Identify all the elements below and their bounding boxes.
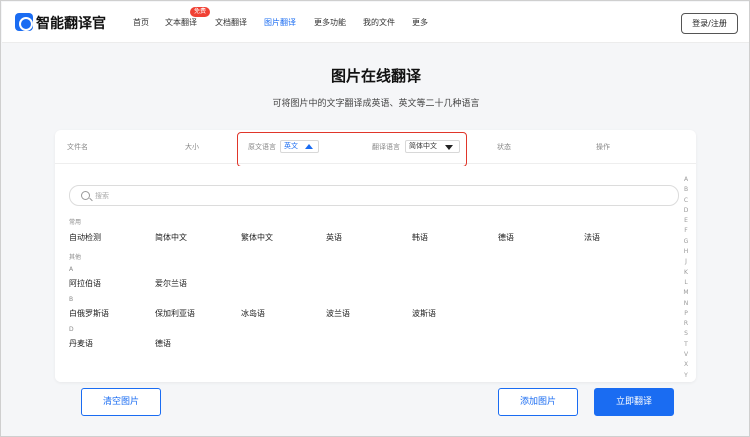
free-badge: 免费: [190, 7, 210, 17]
translate-now-button[interactable]: 立即翻译: [594, 388, 674, 416]
alpha-index-item[interactable]: X: [681, 360, 691, 370]
nav-text-translate[interactable]: 文本翻译: [165, 17, 197, 28]
table-header: 文件名 大小 原文语言 英文 翻译语言 简体中文 状态 操作: [55, 130, 696, 167]
alpha-index-item[interactable]: K: [681, 268, 691, 278]
alpha-index-item[interactable]: S: [681, 329, 691, 339]
lang-item[interactable]: 冰岛语: [241, 308, 265, 319]
alpha-index-item[interactable]: A: [681, 175, 691, 185]
alpha-index-item[interactable]: N: [681, 299, 691, 309]
lang-item[interactable]: 繁体中文: [241, 232, 273, 243]
col-source-language: 原文语言: [248, 143, 276, 151]
page-subtitle: 可将图片中的文字翻译成英语、英文等二十几种语言: [272, 99, 480, 109]
alpha-index-item[interactable]: P: [681, 309, 691, 319]
alpha-index-item[interactable]: B: [681, 185, 691, 195]
alpha-index-item[interactable]: T: [681, 340, 691, 350]
common-label: 常用: [69, 219, 82, 226]
app-logo-text[interactable]: 智能翻译官: [36, 13, 106, 33]
nav-image-translate[interactable]: 图片翻译: [264, 17, 296, 28]
alpha-index-item[interactable]: R: [681, 319, 691, 329]
language-dropdown-panel: 搜索 常用 自动检测 简体中文 繁体中文 英语 韩语 德语 法语 其他 A 阿拉…: [55, 166, 696, 382]
letter-b-label: B: [69, 296, 74, 303]
lang-item[interactable]: 英语: [326, 232, 342, 243]
col-status: 状态: [497, 143, 511, 151]
lang-item[interactable]: 韩语: [412, 232, 428, 243]
alpha-index-item[interactable]: G: [681, 237, 691, 247]
alpha-index-item[interactable]: L: [681, 278, 691, 288]
alpha-index-item[interactable]: C: [681, 196, 691, 206]
col-action: 操作: [596, 143, 610, 151]
letter-a-label: A: [69, 266, 74, 273]
nav-doc-translate[interactable]: 文档翻译: [215, 17, 247, 28]
source-language-select[interactable]: 英文: [280, 140, 319, 153]
lang-item[interactable]: 保加利亚语: [155, 308, 195, 319]
lang-item[interactable]: 丹麦语: [69, 338, 93, 349]
search-placeholder: 搜索: [95, 192, 109, 200]
nav-more-features[interactable]: 更多功能: [314, 17, 346, 28]
lang-item[interactable]: 法语: [584, 232, 600, 243]
alpha-index-item[interactable]: V: [681, 350, 691, 360]
col-size: 大小: [185, 143, 199, 151]
col-filename: 文件名: [67, 143, 88, 151]
caret-down-icon[interactable]: [445, 145, 453, 150]
lang-item[interactable]: 简体中文: [155, 232, 187, 243]
lang-item[interactable]: 波斯语: [412, 308, 436, 319]
alpha-index-item[interactable]: Y: [681, 371, 691, 381]
lang-item[interactable]: 自动检测: [69, 232, 101, 243]
alpha-index-item[interactable]: F: [681, 226, 691, 236]
app-logo-icon[interactable]: [15, 13, 33, 31]
lang-item[interactable]: 德语: [155, 338, 171, 349]
nav-more[interactable]: 更多: [412, 17, 428, 28]
alpha-index-item[interactable]: J: [681, 257, 691, 267]
letter-d-label: D: [69, 326, 74, 333]
lang-item[interactable]: 阿拉伯语: [69, 278, 101, 289]
lang-item[interactable]: 德语: [498, 232, 514, 243]
nav-home[interactable]: 首页: [133, 17, 149, 28]
alpha-index-item[interactable]: E: [681, 216, 691, 226]
search-icon: [81, 191, 90, 200]
login-button[interactable]: 登录/注册: [681, 13, 738, 34]
top-navbar: 智能翻译官 首页 文本翻译 免费 文档翻译 图片翻译 更多功能 我的文件 更多 …: [2, 2, 749, 43]
alpha-index-item[interactable]: M: [681, 288, 691, 298]
language-search-input[interactable]: 搜索: [69, 185, 679, 206]
page-title: 图片在线翻译: [330, 67, 421, 85]
alpha-index-item[interactable]: H: [681, 247, 691, 257]
clear-images-button[interactable]: 清空图片: [81, 388, 161, 416]
alpha-index-item[interactable]: D: [681, 206, 691, 216]
lang-item[interactable]: 白俄罗斯语: [69, 308, 109, 319]
col-target-language: 翻译语言: [372, 143, 400, 151]
add-image-button[interactable]: 添加图片: [498, 388, 578, 416]
page: 智能翻译官 首页 文本翻译 免费 文档翻译 图片翻译 更多功能 我的文件 更多 …: [0, 0, 750, 437]
other-label: 其他: [69, 254, 82, 261]
lang-item[interactable]: 波兰语: [326, 308, 350, 319]
caret-up-icon[interactable]: [305, 144, 313, 149]
alphabet-index: A B C D E F G H J K L M N P R S T V X Y: [681, 175, 691, 381]
nav-my-files[interactable]: 我的文件: [363, 17, 395, 28]
lang-item[interactable]: 爱尔兰语: [155, 278, 187, 289]
